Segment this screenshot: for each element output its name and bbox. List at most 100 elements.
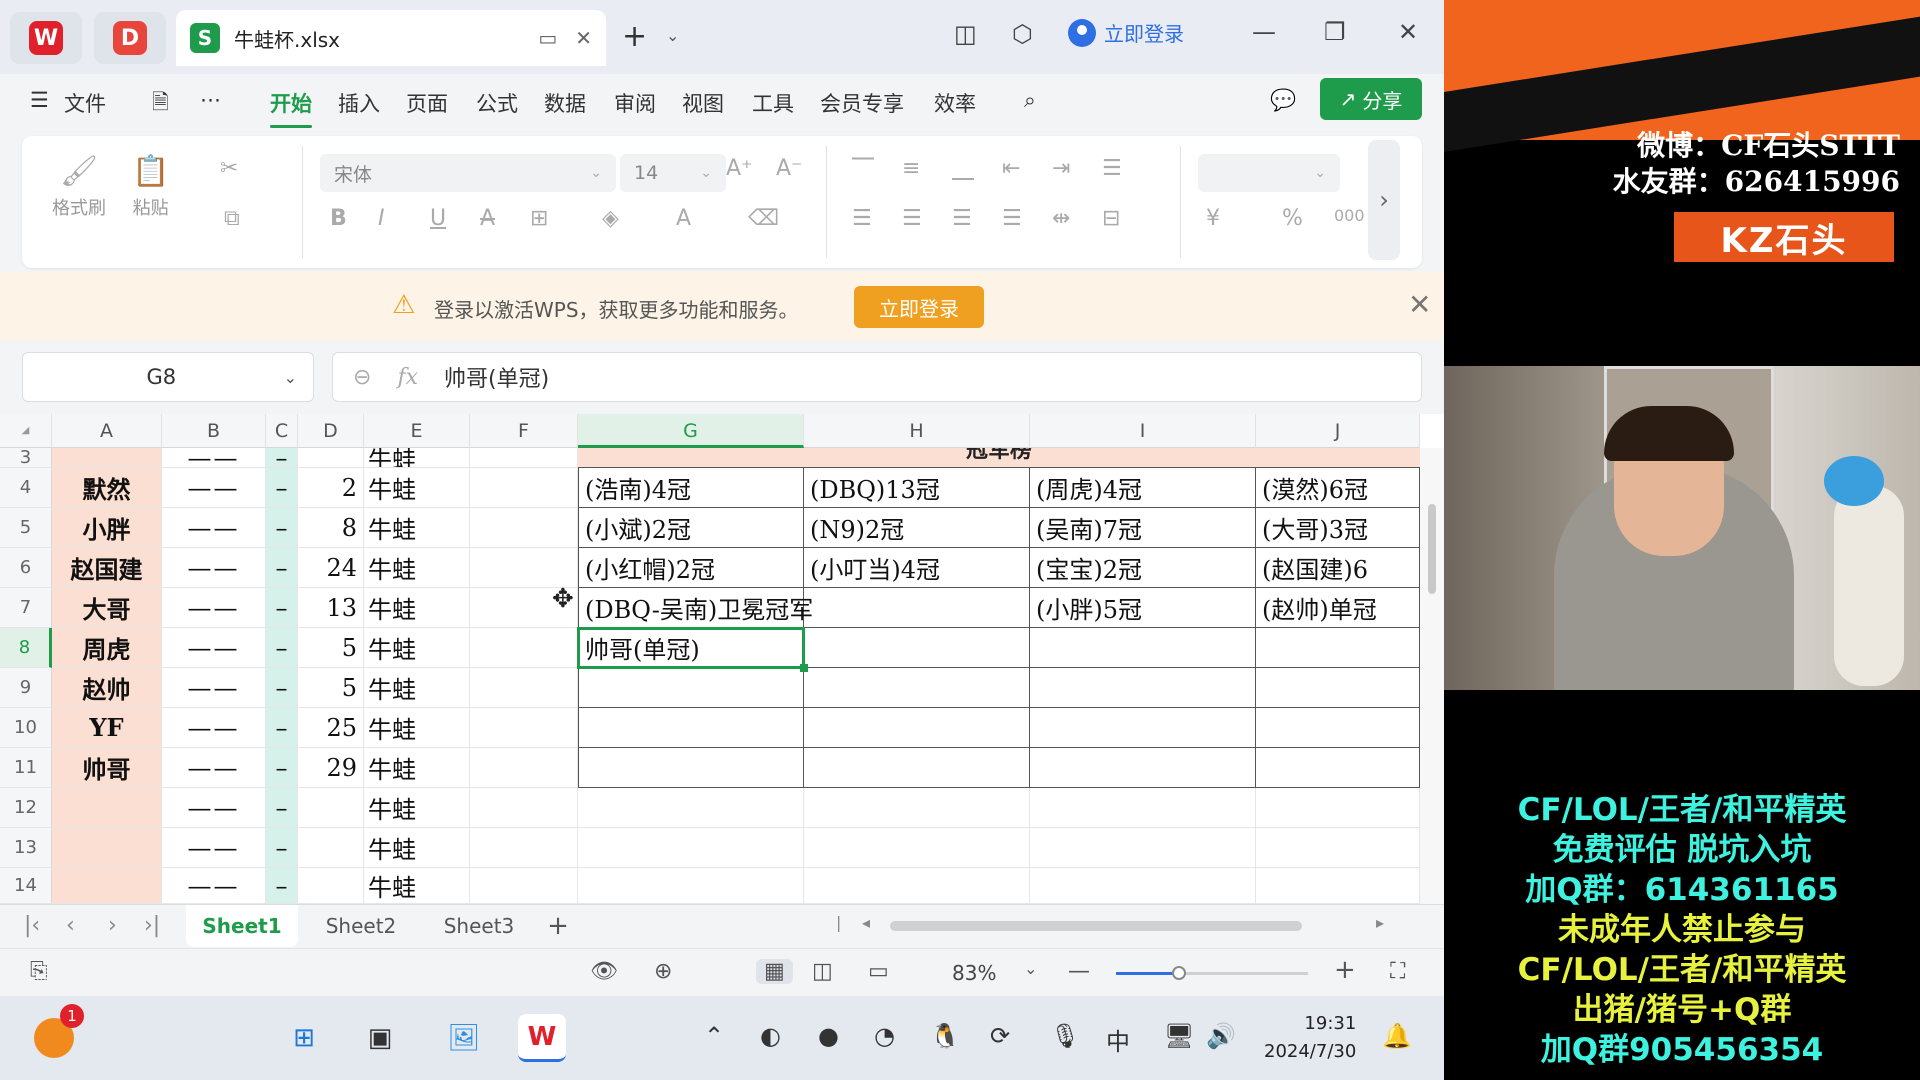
fill-color-icon[interactable]: ◈ <box>602 206 619 231</box>
row-header-10[interactable]: 10 <box>0 708 52 748</box>
first-sheet-icon[interactable]: |‹ <box>24 913 40 938</box>
chevron-down-icon[interactable]: ⌄ <box>666 26 679 45</box>
minimize-icon[interactable]: — <box>1252 18 1276 46</box>
align-middle-icon[interactable]: ≡ <box>902 156 920 181</box>
cell-empty[interactable] <box>1030 828 1256 868</box>
cut-icon[interactable]: ✂ <box>220 156 238 181</box>
task-view-icon[interactable]: ▣ <box>356 1014 404 1062</box>
microphone-icon[interactable]: 🎙 <box>1050 1022 1080 1050</box>
column-header-e[interactable]: E <box>364 414 470 448</box>
next-sheet-icon[interactable]: › <box>108 913 117 938</box>
column-header-d[interactable]: D <box>298 414 364 448</box>
champion-cell[interactable] <box>1030 628 1256 668</box>
cell-f8[interactable] <box>470 628 578 668</box>
chevron-up-icon[interactable]: ⌃ <box>704 1022 724 1050</box>
qq-icon[interactable]: 🐧 <box>930 1022 960 1050</box>
search-icon[interactable]: ⌕ <box>1024 88 1036 113</box>
font-shrink-icon[interactable]: A⁻ <box>776 156 803 181</box>
align-left-icon[interactable]: ☰ <box>852 206 872 231</box>
menu-page[interactable]: 页面 <box>406 88 448 118</box>
login-button[interactable]: 立即登录 <box>1068 18 1184 47</box>
cell-f5[interactable] <box>470 508 578 548</box>
chat-icon[interactable]: 💬 <box>1270 88 1296 113</box>
cell-e10[interactable]: 牛蛙 <box>364 708 470 748</box>
cell-f11[interactable] <box>470 748 578 788</box>
notice-login-button[interactable]: 立即登录 <box>854 286 984 328</box>
cell-empty[interactable] <box>578 828 804 868</box>
champion-cell[interactable] <box>804 708 1030 748</box>
cell-d5[interactable]: 8 <box>298 508 364 548</box>
cell-e3[interactable]: 牛蛙 <box>364 448 470 468</box>
champion-cell[interactable] <box>1256 628 1420 668</box>
champion-cell[interactable]: (赵国建)6 <box>1256 548 1420 588</box>
cell-f6[interactable] <box>470 548 578 588</box>
champion-cell[interactable] <box>1256 668 1420 708</box>
cell-a7[interactable]: 大哥 <box>52 588 162 628</box>
cell-b11[interactable]: —— <box>162 748 266 788</box>
zoom-formula-icon[interactable]: ⊖ <box>353 365 371 390</box>
row-header-8[interactable]: 8 <box>0 628 52 668</box>
cell-empty[interactable] <box>804 868 1030 904</box>
cell-f13[interactable] <box>470 828 578 868</box>
add-sheet-button[interactable]: + <box>538 905 578 947</box>
font-grow-icon[interactable]: A⁺ <box>726 156 753 181</box>
cell-d7[interactable]: 13 <box>298 588 364 628</box>
restore-icon[interactable]: ❐ <box>1324 18 1346 46</box>
file-tab[interactable]: S 牛蛙杯.xlsx ▭ ✕ <box>176 10 606 66</box>
column-header-c[interactable]: C <box>266 414 298 448</box>
cell-b9[interactable]: —— <box>162 668 266 708</box>
zoom-level[interactable]: 83% <box>952 961 996 985</box>
cell-b6[interactable]: —— <box>162 548 266 588</box>
cell-c13[interactable]: – <box>266 828 298 868</box>
cell-e11[interactable]: 牛蛙 <box>364 748 470 788</box>
wrap-text-icon[interactable]: ☰ <box>1102 156 1122 181</box>
percent-icon[interactable]: % <box>1282 206 1303 231</box>
cell-e14[interactable]: 牛蛙 <box>364 868 470 904</box>
cell-b7[interactable]: —— <box>162 588 266 628</box>
champion-cell[interactable]: (浩南)4冠 <box>578 468 804 508</box>
menu-review[interactable]: 审阅 <box>614 88 656 118</box>
cell-a10[interactable]: YF <box>52 708 162 748</box>
cell-b10[interactable]: —— <box>162 708 266 748</box>
page-break-view-icon[interactable]: ◫ <box>812 959 833 984</box>
fullscreen-icon[interactable]: ⛶ <box>1390 959 1405 984</box>
cell-f14[interactable] <box>470 868 578 904</box>
column-header-i[interactable]: I <box>1030 414 1256 448</box>
cube-icon[interactable]: ⬡ <box>1012 20 1033 48</box>
cell-empty[interactable] <box>578 868 804 904</box>
cell-d11[interactable]: 29 <box>298 748 364 788</box>
cell-empty[interactable] <box>1030 788 1256 828</box>
eye-icon[interactable]: 👁 <box>590 959 618 984</box>
cell-empty[interactable] <box>1256 828 1420 868</box>
macro-icon[interactable]: ⎘ <box>30 959 48 984</box>
more-icon[interactable]: ⋯ <box>200 88 221 112</box>
zoom-in-icon[interactable]: + <box>1334 955 1356 985</box>
champion-cell[interactable] <box>578 708 804 748</box>
row-header-3[interactable]: 3 <box>0 448 52 468</box>
name-box[interactable]: G8 ⌄ <box>22 352 314 402</box>
docer-button[interactable]: D <box>94 12 166 64</box>
zoom-out-icon[interactable]: — <box>1068 959 1090 984</box>
cell-b12[interactable]: —— <box>162 788 266 828</box>
share-button[interactable]: ↗ 分享 <box>1320 78 1422 120</box>
column-header-b[interactable]: B <box>162 414 266 448</box>
windows-start-icon[interactable]: ⊞ <box>280 1014 328 1062</box>
cell-c5[interactable]: – <box>266 508 298 548</box>
volume-icon[interactable]: 🔊 <box>1206 1022 1236 1050</box>
eraser-icon[interactable]: ⌫ <box>748 206 779 231</box>
wps-home-button[interactable]: W <box>10 12 82 64</box>
menu-efficiency[interactable]: 效率 <box>934 88 976 118</box>
select-all-corner[interactable]: ◢ <box>0 414 52 448</box>
cell-empty[interactable] <box>1256 868 1420 904</box>
normal-view-icon[interactable]: ▦ <box>756 959 793 984</box>
format-painter-button[interactable]: 🖌 格式刷 <box>52 154 106 220</box>
cell-empty[interactable] <box>804 788 1030 828</box>
merge-cells-icon[interactable]: ⊟ <box>1102 206 1120 231</box>
justify-icon[interactable]: ☰ <box>1002 206 1022 231</box>
italic-icon[interactable]: I <box>378 206 385 231</box>
champion-cell[interactable]: (吴南)7冠 <box>1030 508 1256 548</box>
scroll-left-icon[interactable]: ◂ <box>862 913 870 932</box>
currency-icon[interactable]: ¥ <box>1206 206 1220 231</box>
align-center-icon[interactable]: ☰ <box>902 206 922 231</box>
cell-e6[interactable]: 牛蛙 <box>364 548 470 588</box>
